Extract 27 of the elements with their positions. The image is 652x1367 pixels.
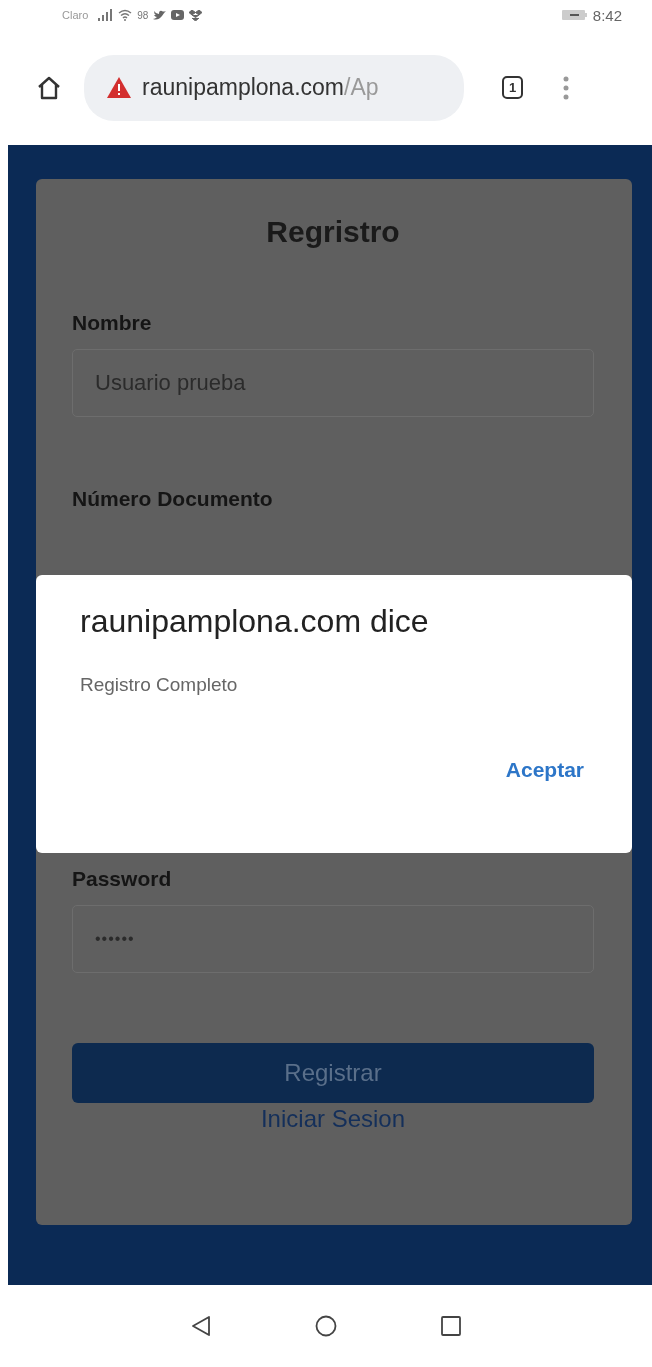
field-label: Password bbox=[72, 867, 173, 891]
clock-time: 8:42 bbox=[592, 6, 622, 24]
signal-icon bbox=[97, 9, 114, 21]
carrier-name: Claro bbox=[62, 9, 89, 21]
tab-count-button[interactable]: 1 bbox=[502, 76, 523, 99]
recents-icon[interactable] bbox=[441, 1316, 461, 1336]
address-bar[interactable]: raunipamplona.com/Ap bbox=[84, 54, 464, 121]
wifi-speed: 98 bbox=[137, 9, 149, 21]
dialog-message: Registro Completo bbox=[80, 674, 239, 696]
accept-button[interactable]: Aceptar bbox=[505, 758, 584, 782]
form-title: Regristro bbox=[265, 215, 401, 249]
home-circle-icon[interactable] bbox=[315, 1315, 337, 1337]
field-label: Número Documento bbox=[72, 487, 274, 511]
url-text: raunipamplona.com/Ap bbox=[142, 74, 379, 101]
field-label: Nombre bbox=[72, 311, 153, 335]
battery-icon bbox=[561, 9, 588, 21]
bird-icon bbox=[153, 9, 167, 21]
back-icon[interactable] bbox=[191, 1315, 211, 1337]
warning-icon bbox=[106, 76, 132, 99]
play-icon bbox=[171, 10, 185, 20]
menu-icon[interactable] bbox=[563, 75, 569, 100]
home-icon[interactable] bbox=[36, 74, 62, 101]
login-link[interactable]: Iniciar Sesion bbox=[260, 1105, 406, 1133]
dialog-title: raunipamplona.com dice bbox=[80, 603, 430, 640]
wifi-icon bbox=[118, 9, 133, 21]
register-button[interactable]: Registrar bbox=[72, 1043, 594, 1103]
input-field[interactable]: •••••• bbox=[72, 905, 594, 973]
